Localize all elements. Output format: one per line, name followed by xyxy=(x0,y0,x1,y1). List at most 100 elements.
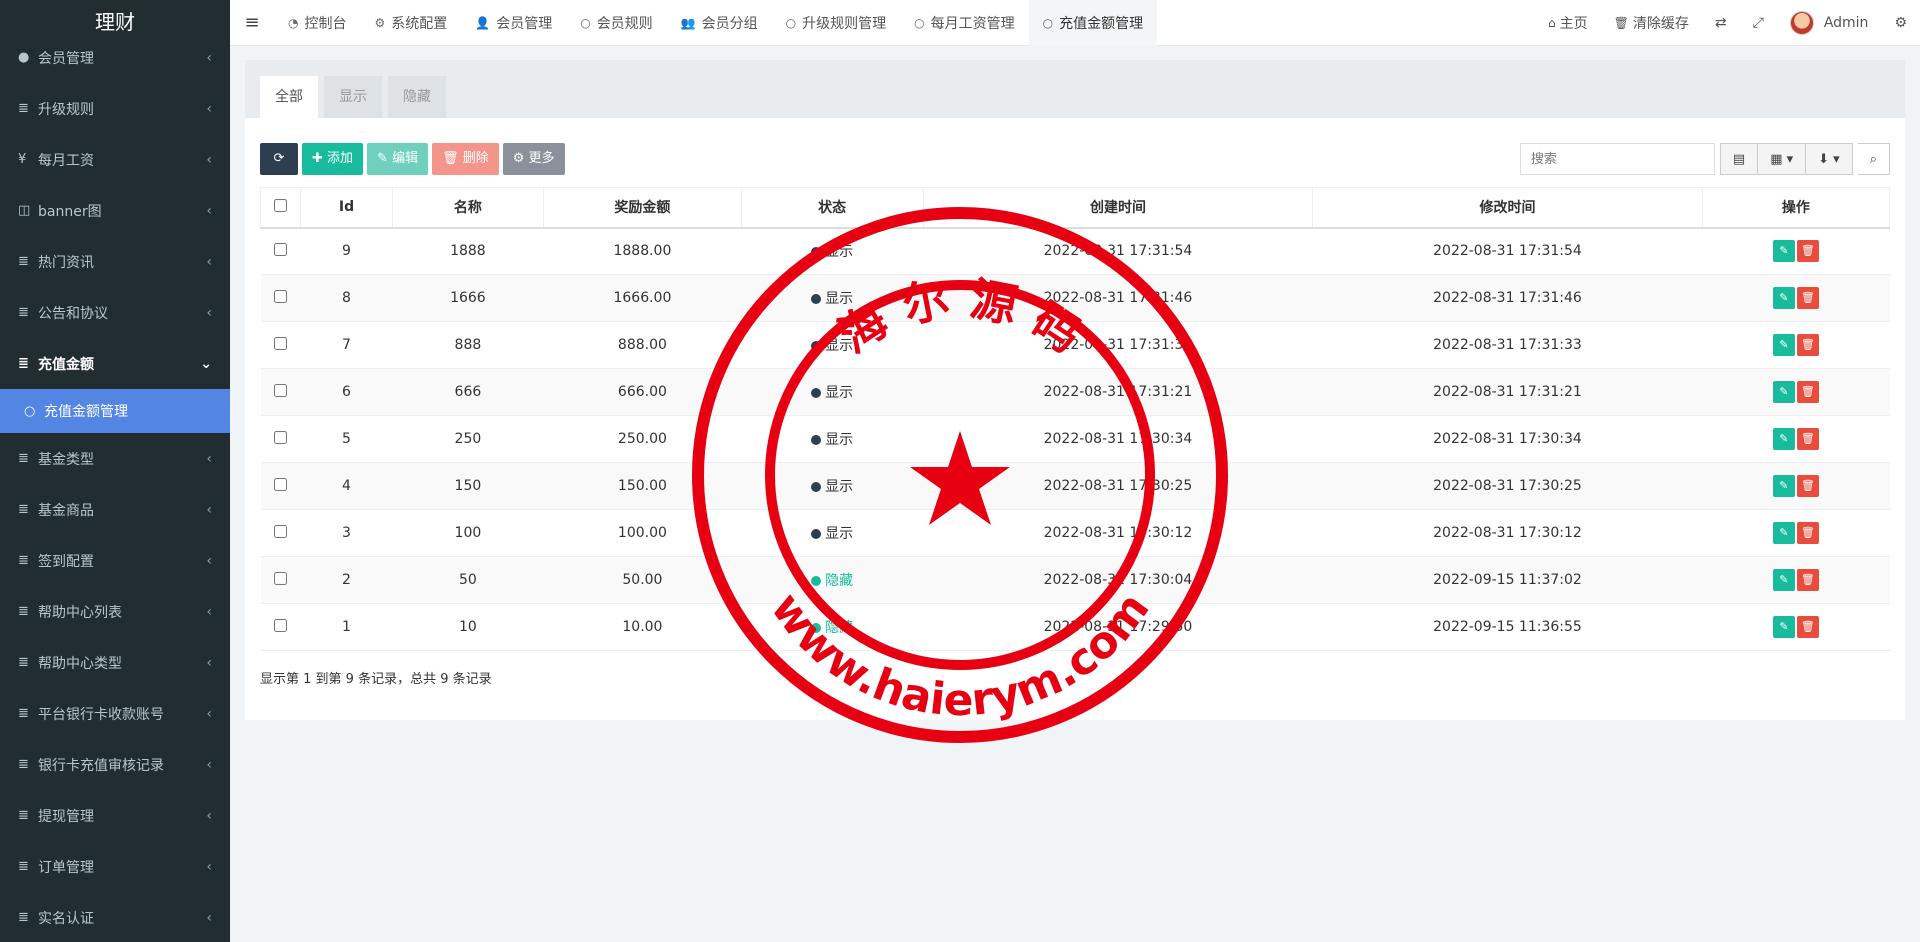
column-header[interactable]: 创建时间 xyxy=(922,187,1314,229)
more-button[interactable]: ⚙ 更多 xyxy=(502,143,565,175)
column-header[interactable]: 状态 xyxy=(740,187,924,229)
nav-tab-5[interactable]: ○ 升级规则管理 xyxy=(772,0,900,46)
home-link[interactable]: ⌂ 主页 xyxy=(1535,13,1601,33)
row-edit-button[interactable]: ✎ xyxy=(1772,475,1795,497)
row-checkbox[interactable] xyxy=(274,430,288,444)
select-all-checkbox[interactable] xyxy=(274,198,288,212)
row-delete-button[interactable]: 🗑 xyxy=(1796,381,1819,403)
menu-toggle-icon[interactable]: ≡ xyxy=(230,12,274,33)
sidebar-item-16[interactable]: ≣ 订单管理 ‹ xyxy=(0,841,230,892)
nav-tab-7[interactable]: ○ 充值金额管理 xyxy=(1028,0,1158,46)
sidebar-item-15[interactable]: ≣ 提现管理 ‹ xyxy=(0,790,230,841)
column-header[interactable]: 名称 xyxy=(391,187,545,229)
row-delete-button[interactable]: 🗑 xyxy=(1796,569,1819,591)
row-checkbox[interactable] xyxy=(274,289,288,303)
settings-button[interactable]: ⚙ xyxy=(1881,15,1920,31)
chevron-left-icon: ‹ xyxy=(206,304,212,321)
row-delete-button[interactable]: 🗑 xyxy=(1796,334,1819,356)
table-row[interactable]: 1 10 10.00 隐藏 2022-08-31 17:29:50 2022-09-15 … xyxy=(260,603,1890,651)
row-checkbox[interactable] xyxy=(274,383,288,397)
fullscreen-button[interactable]: ⤢ xyxy=(1740,15,1777,31)
sidebar-item-5[interactable]: ≣ 公告和协议 ‹ xyxy=(0,287,230,338)
row-edit-button[interactable]: ✎ xyxy=(1772,334,1795,356)
refresh-button[interactable]: ⟳ xyxy=(260,143,298,175)
sidebar-item-9[interactable]: ≣ 基金商品 ‹ xyxy=(0,484,230,535)
status-badge[interactable]: 显示 xyxy=(811,291,853,307)
row-delete-button[interactable]: 🗑 xyxy=(1796,428,1819,450)
row-delete-button[interactable]: 🗑 xyxy=(1796,475,1819,497)
sidebar-item-12[interactable]: ≣ 帮助中心类型 ‹ xyxy=(0,637,230,688)
filter-tab-1[interactable]: 显示 xyxy=(324,76,382,118)
status-badge[interactable]: 显示 xyxy=(811,338,853,354)
sidebar-item-10[interactable]: ≣ 签到配置 ‹ xyxy=(0,535,230,586)
row-edit-button[interactable]: ✎ xyxy=(1772,569,1795,591)
row-edit-button[interactable]: ✎ xyxy=(1772,428,1795,450)
sidebar-item-7[interactable]: ○ 充值金额管理 xyxy=(0,389,230,433)
sidebar-item-2[interactable]: ¥ 每月工资 ‹ xyxy=(0,134,230,185)
column-header[interactable]: 奖励金额 xyxy=(543,187,742,229)
sidebar-item-1[interactable]: ≣ 升级规则 ‹ xyxy=(0,83,230,134)
row-delete-button[interactable]: 🗑 xyxy=(1796,616,1819,638)
table-row[interactable]: 5 250 250.00 显示 2022-08-31 17:30:34 2022-08-3… xyxy=(260,415,1890,463)
sidebar-item-17[interactable]: ≣ 实名认证 ‹ xyxy=(0,892,230,942)
table-row[interactable]: 7 888 888.00 显示 2022-08-31 17:31:33 2022-08-3… xyxy=(260,321,1890,369)
user-menu[interactable]: Admin xyxy=(1777,10,1882,35)
row-checkbox[interactable] xyxy=(274,571,288,585)
delete-button[interactable]: 🗑 删除 xyxy=(432,143,499,175)
row-checkbox[interactable] xyxy=(274,336,288,350)
nav-tab-1[interactable]: ⚙ 系统配置 xyxy=(360,0,461,46)
nav-tab-6[interactable]: ○ 每月工资管理 xyxy=(900,0,1028,46)
sidebar-item-4[interactable]: ≣ 热门资讯 ‹ xyxy=(0,236,230,287)
table-row[interactable]: 3 100 100.00 显示 2022-08-31 17:30:12 2022-08-3… xyxy=(260,509,1890,557)
row-checkbox[interactable] xyxy=(274,477,288,491)
edit-button[interactable]: ✎ 编辑 xyxy=(367,143,429,175)
nav-tab-3[interactable]: ○ 会员规则 xyxy=(566,0,666,46)
nav-tab-0[interactable]: ◔ 控制台 xyxy=(274,0,360,46)
nav-tab-2[interactable]: 👤 会员管理 xyxy=(461,0,566,46)
column-header[interactable]: 操作 xyxy=(1701,187,1891,229)
row-edit-button[interactable]: ✎ xyxy=(1772,522,1795,544)
table-row[interactable]: 2 50 50.00 隐藏 2022-08-31 17:30:04 2022-09-15 … xyxy=(260,556,1890,604)
row-delete-button[interactable]: 🗑 xyxy=(1796,522,1819,544)
table-row[interactable]: 8 1666 1666.00 显示 2022-08-31 17:31:46 2022-08… xyxy=(260,274,1890,322)
sidebar-item-8[interactable]: ≣ 基金类型 ‹ xyxy=(0,433,230,484)
status-badge[interactable]: 显示 xyxy=(811,244,853,260)
column-header[interactable]: Id xyxy=(300,187,393,229)
row-checkbox[interactable] xyxy=(274,524,288,538)
status-badge[interactable]: 显示 xyxy=(811,526,853,542)
sidebar-item-13[interactable]: ≣ 平台银行卡收款账号 ‹ xyxy=(0,688,230,739)
status-badge[interactable]: 显示 xyxy=(811,479,853,495)
table-row[interactable]: 9 1888 1888.00 显示 2022-08-31 17:31:54 2022-08… xyxy=(260,227,1890,275)
add-button[interactable]: ✚ 添加 xyxy=(302,143,364,175)
row-checkbox[interactable] xyxy=(274,242,288,256)
row-edit-button[interactable]: ✎ xyxy=(1772,287,1795,309)
column-header[interactable]: 修改时间 xyxy=(1312,187,1703,229)
row-delete-button[interactable]: 🗑 xyxy=(1796,287,1819,309)
search-input[interactable] xyxy=(1519,143,1715,175)
columns-button[interactable]: ▦ ▾ xyxy=(1758,143,1807,175)
status-badge[interactable]: 隐藏 xyxy=(811,620,853,636)
table-row[interactable]: 6 666 666.00 显示 2022-08-31 17:31:21 2022-08-3… xyxy=(260,368,1890,416)
sidebar-item-3[interactable]: ◫ banner图 ‹ xyxy=(0,185,230,236)
toggle-view-button[interactable]: ▤ xyxy=(1719,143,1759,175)
row-delete-button[interactable]: 🗑 xyxy=(1796,240,1819,263)
sidebar-item-11[interactable]: ≣ 帮助中心列表 ‹ xyxy=(0,586,230,637)
nav-tab-4[interactable]: 👥 会员分组 xyxy=(667,0,772,46)
status-badge[interactable]: 显示 xyxy=(811,432,853,448)
table-row[interactable]: 4 150 150.00 显示 2022-08-31 17:30:25 2022-08-3… xyxy=(260,462,1890,510)
sidebar-item-6[interactable]: ≣ 充值金额 ⌄ xyxy=(0,338,230,389)
search-button[interactable]: ⌕ xyxy=(1857,143,1890,175)
pencil-icon: ✎ xyxy=(1779,385,1789,398)
row-edit-button[interactable]: ✎ xyxy=(1772,616,1795,638)
status-badge[interactable]: 隐藏 xyxy=(811,573,853,589)
export-button[interactable]: ⬇ ▾ xyxy=(1806,143,1853,175)
status-badge[interactable]: 显示 xyxy=(811,385,853,401)
clear-cache-button[interactable]: 🗑 清除缓存 xyxy=(1601,13,1702,33)
filter-tab-2[interactable]: 隐藏 xyxy=(388,76,446,118)
filter-tab-0[interactable]: 全部 xyxy=(260,76,318,118)
row-edit-button[interactable]: ✎ xyxy=(1772,381,1795,403)
sidebar-item-14[interactable]: ≣ 银行卡充值审核记录 ‹ xyxy=(0,739,230,790)
translate-button[interactable]: ⇄ xyxy=(1702,15,1740,31)
row-edit-button[interactable]: ✎ xyxy=(1772,240,1795,263)
row-checkbox[interactable] xyxy=(274,618,288,632)
